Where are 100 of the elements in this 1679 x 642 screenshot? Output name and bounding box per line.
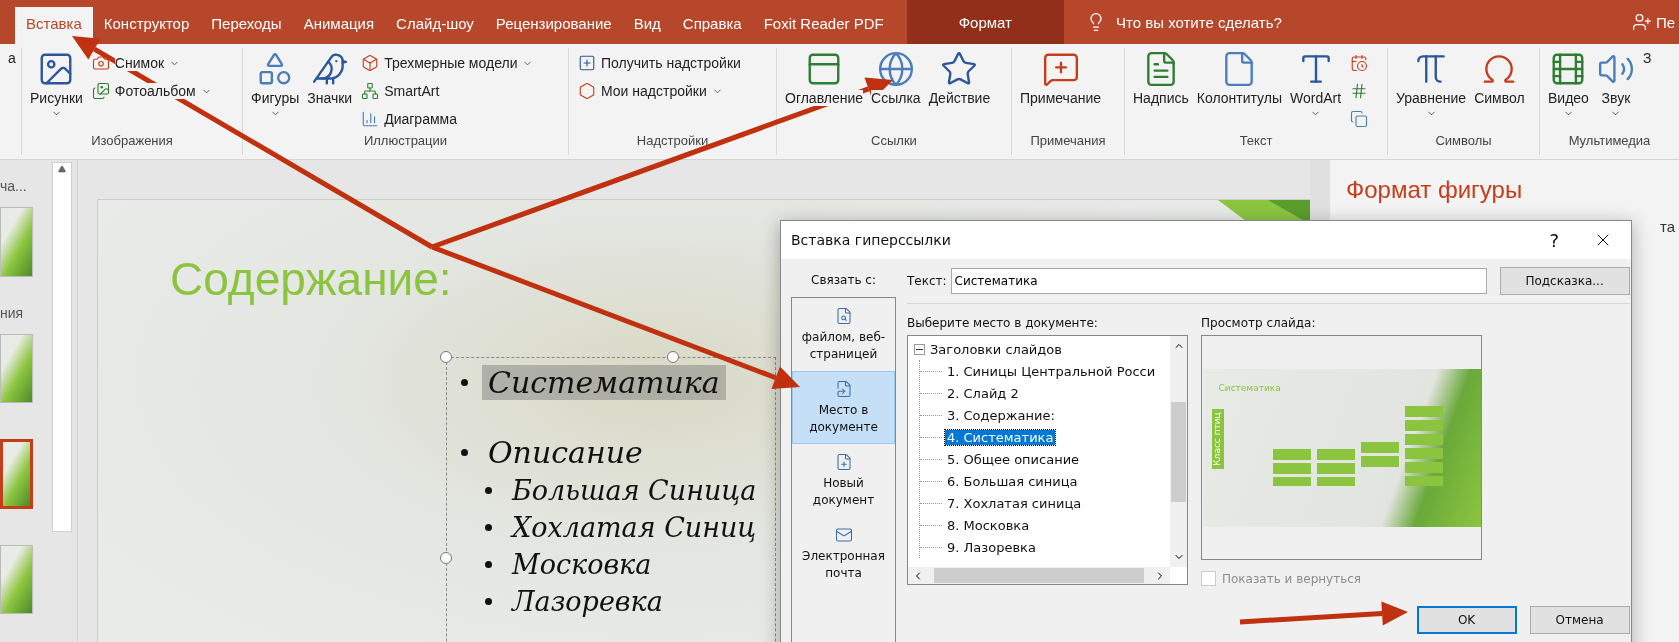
group-label: Примечания bbox=[1029, 133, 1107, 150]
tree-item[interactable]: 8. Московка bbox=[945, 517, 1032, 533]
preview-label-vertical: Класс птиц bbox=[1211, 408, 1224, 469]
text-field[interactable]: Систематика bbox=[950, 268, 1487, 294]
ribbon-button[interactable]: Примечание bbox=[1018, 48, 1104, 108]
link-target[interactable]: файлом, веб-страницей bbox=[792, 298, 895, 371]
resize-handle[interactable] bbox=[440, 552, 452, 564]
ribbon-button[interactable]: WordArt bbox=[1287, 48, 1344, 121]
bullet-text: Систематика bbox=[482, 364, 726, 400]
resize-handle[interactable] bbox=[667, 351, 679, 363]
document-link-icon bbox=[834, 379, 853, 398]
slide-thumbnail[interactable] bbox=[0, 439, 33, 509]
ribbon-button[interactable]: Надпись bbox=[1131, 48, 1191, 108]
ribbon-tab[interactable]: Рецензирование bbox=[484, 7, 623, 44]
pane-text: та bbox=[1659, 218, 1676, 235]
ribbon-tab[interactable]: Слайд-шоу bbox=[385, 7, 485, 44]
ribbon-button[interactable]: Фотоальбом bbox=[88, 78, 215, 104]
user-name[interactable]: Пе bbox=[1655, 13, 1675, 31]
group-label: Надстройки bbox=[635, 133, 710, 150]
collapse-icon[interactable] bbox=[914, 343, 925, 355]
preview-label: Просмотр слайда: bbox=[1201, 316, 1317, 330]
ribbon-tab[interactable]: Foxit Reader PDF bbox=[752, 7, 895, 44]
section-label: ния bbox=[0, 304, 25, 323]
tree-item[interactable]: Заголовки слайдов bbox=[928, 341, 1064, 357]
tree-item[interactable]: 2. Слайд 2 bbox=[945, 385, 1021, 401]
slide-thumbnail[interactable] bbox=[0, 544, 33, 614]
copy-icon bbox=[1350, 110, 1369, 128]
tree-item[interactable]: 1. Синицы Центральной Росси bbox=[945, 363, 1158, 379]
bullet-icon bbox=[485, 561, 492, 568]
help-button[interactable]: ? bbox=[1549, 229, 1559, 251]
ribbon-tab[interactable]: Формат bbox=[906, 0, 1064, 44]
bullet-text: Московка bbox=[510, 549, 653, 580]
ribbon-button[interactable]: Видео bbox=[1546, 48, 1591, 121]
ribbon-button[interactable]: Мои надстройки bbox=[575, 78, 744, 104]
bullet-text: Лазоревка bbox=[510, 586, 664, 617]
plus-square-icon bbox=[578, 54, 596, 72]
tree-item[interactable]: 4. Систематика bbox=[945, 429, 1056, 445]
scrollbar[interactable] bbox=[1170, 336, 1187, 567]
ribbon-tab[interactable]: Вставка bbox=[15, 7, 93, 44]
tree-item[interactable]: 9. Лазоревка bbox=[945, 539, 1038, 555]
bullet-icon bbox=[461, 378, 468, 386]
tree-item[interactable]: 3. Содержание: bbox=[945, 407, 1057, 423]
slide-thumbnail[interactable] bbox=[0, 333, 33, 403]
ribbon-button[interactable]: Действие bbox=[926, 48, 993, 108]
dialog-button[interactable]: OK bbox=[1416, 606, 1517, 634]
ribbon-tab[interactable]: Вид bbox=[622, 7, 672, 44]
ribbon-tab[interactable]: Справка bbox=[671, 7, 753, 44]
mail-icon bbox=[834, 525, 853, 544]
ribbon-button[interactable]: Символ bbox=[1472, 48, 1527, 108]
slide-thumbnail[interactable] bbox=[0, 207, 33, 277]
section-label: ча... bbox=[0, 178, 28, 196]
ribbon-button[interactable]: Снимок bbox=[88, 50, 215, 76]
file-icon bbox=[834, 306, 853, 325]
star-icon bbox=[940, 50, 979, 88]
diagram-icon bbox=[361, 82, 380, 100]
camera-icon bbox=[91, 54, 110, 72]
text-box[interactable]: Систематика Описание Большая Синица Хохлатая Синиц Московка Лазоревка bbox=[446, 357, 776, 642]
ribbon-button[interactable]: Уравнение bbox=[1394, 48, 1469, 121]
slide-title: Содержание: bbox=[170, 252, 452, 306]
text-label: Текст: bbox=[907, 274, 947, 288]
bullet-icon bbox=[485, 524, 492, 531]
dialog-button[interactable]: Отмена bbox=[1529, 606, 1630, 634]
hash-icon bbox=[1350, 82, 1369, 100]
pane-title: Формат фигуры bbox=[1346, 176, 1524, 204]
place-label: Выберите место в документе: bbox=[907, 316, 1099, 330]
ribbon-button[interactable]: Диаграмма bbox=[358, 106, 537, 132]
tree-item[interactable]: 6. Большая синица bbox=[945, 473, 1080, 489]
tree-item[interactable]: 7. Хохлатая синица bbox=[945, 495, 1084, 511]
link-target[interactable]: Новый документ bbox=[792, 444, 895, 517]
ribbon-button[interactable]: Колонтитулы bbox=[1194, 48, 1284, 108]
link-target[interactable]: Электронная почта bbox=[792, 517, 895, 590]
ribbon-button[interactable]: Значки bbox=[305, 48, 355, 108]
scrollbar[interactable] bbox=[908, 567, 1170, 584]
images-icon bbox=[91, 82, 110, 100]
bullet-icon bbox=[461, 448, 468, 456]
group-label: Ссылки bbox=[870, 133, 918, 150]
ribbon-button[interactable]: Звук bbox=[1594, 48, 1637, 121]
ribbon-tab[interactable]: Анимация bbox=[292, 7, 386, 44]
resize-handle[interactable] bbox=[440, 351, 452, 363]
scrollbar[interactable] bbox=[52, 162, 72, 532]
ribbon-tab[interactable]: Конструктор bbox=[92, 7, 201, 44]
ribbon-button[interactable]: SmartArt bbox=[358, 78, 537, 104]
bullet-icon bbox=[485, 598, 492, 605]
ribbon-button[interactable]: Оглавление bbox=[783, 48, 866, 108]
ribbon-button[interactable]: Фигуры bbox=[249, 48, 302, 121]
tip-button[interactable]: Подсказка... bbox=[1499, 267, 1630, 295]
tree-item[interactable]: 5. Общее описание bbox=[945, 451, 1082, 467]
group-label: Изображения bbox=[90, 133, 174, 150]
bar-chart-icon bbox=[361, 110, 380, 128]
ribbon-button[interactable]: Трехмерные модели bbox=[358, 50, 537, 76]
ribbon-tab[interactable]: Переходы bbox=[200, 7, 293, 44]
scroll-up-icon bbox=[58, 165, 66, 173]
user-icon bbox=[1631, 12, 1652, 32]
globe-icon bbox=[876, 50, 915, 88]
ribbon-button[interactable]: Рисунки bbox=[28, 48, 85, 121]
bullet-icon bbox=[485, 487, 492, 494]
bullet-text: Описание bbox=[487, 434, 644, 470]
group-label: Текст bbox=[1238, 133, 1274, 150]
tell-me-field[interactable]: Что вы хотите сделать? bbox=[1116, 13, 1282, 31]
link-target[interactable]: Место в документе bbox=[792, 371, 895, 444]
